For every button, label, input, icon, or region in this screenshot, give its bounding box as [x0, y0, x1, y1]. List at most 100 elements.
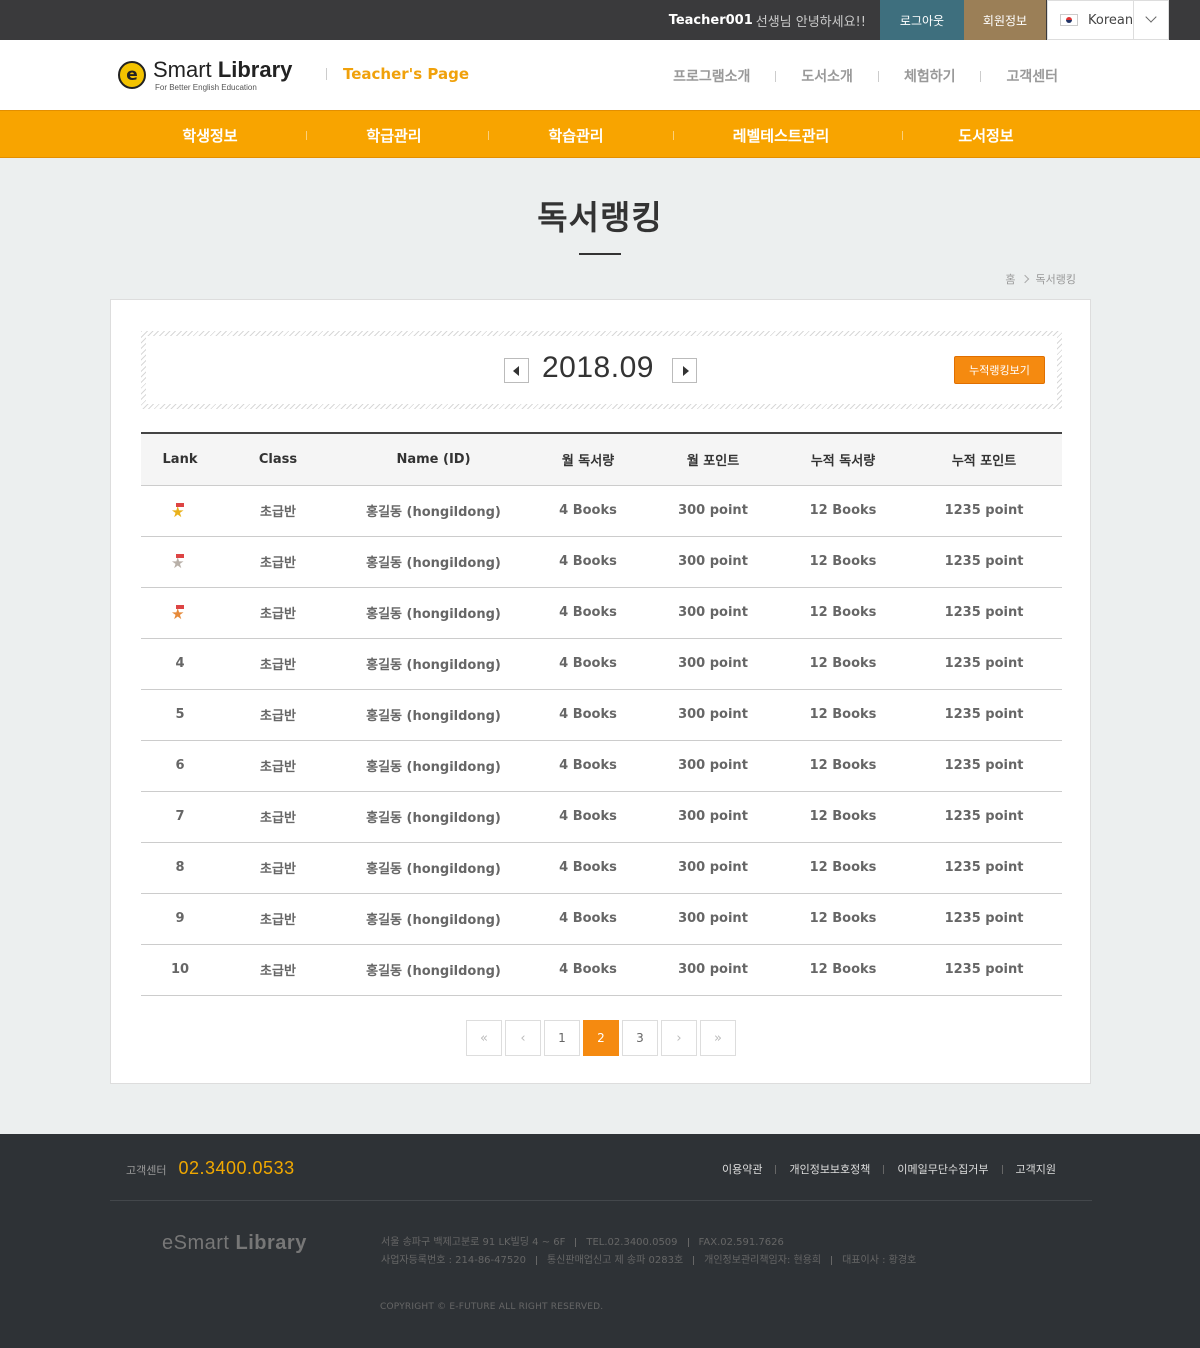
table-row: 초급반홍길동 (hongildong)4 Books300 point12 Bo… — [141, 536, 1062, 588]
row-rank — [141, 587, 219, 639]
row-rank: 10 — [141, 944, 219, 996]
row-name: 홍길동 (hongildong) — [337, 536, 530, 588]
row-month-books: 4 Books — [530, 791, 646, 843]
prev-month-button[interactable] — [504, 358, 529, 383]
copyright: COPYRIGHT © E-FUTURE ALL RIGHT RESERVED. — [380, 1302, 604, 1312]
title-underline — [579, 253, 621, 255]
row-name: 홍길동 (hongildong) — [337, 791, 530, 843]
global-nav: 프로그램소개 도서소개 체험하기 고객센터 — [673, 66, 1058, 86]
row-class: 초급반 — [219, 944, 337, 996]
row-month-points: 300 point — [646, 893, 780, 945]
main-nav-class-manage[interactable]: 학급관리 — [366, 125, 421, 146]
row-month-books: 4 Books — [530, 587, 646, 639]
row-rank: 7 — [141, 791, 219, 843]
logout-button[interactable]: 로그아웃 — [880, 0, 964, 40]
row-month-books: 4 Books — [530, 740, 646, 792]
row-name: 홍길동 (hongildong) — [337, 485, 530, 537]
user-name: Teacher001 — [668, 12, 753, 28]
row-rank: 6 — [141, 740, 219, 792]
footer-link-privacy[interactable]: 개인정보보호정책 — [789, 1161, 870, 1177]
row-class: 초급반 — [219, 893, 337, 945]
page-3-button[interactable]: 3 — [622, 1020, 658, 1056]
row-month-points: 300 point — [646, 485, 780, 537]
gnav-program[interactable]: 프로그램소개 — [673, 66, 750, 86]
company-info: 서울 송파구 백제고분로 91 LK빌딩 4 ~ 6F TEL.02.3400.0… — [381, 1234, 916, 1270]
row-month-books: 4 Books — [530, 944, 646, 996]
main-nav-book-info[interactable]: 도서정보 — [958, 125, 1013, 146]
row-month-points: 300 point — [646, 842, 780, 894]
row-month-points: 300 point — [646, 638, 780, 690]
chevron-right-icon — [1020, 274, 1029, 284]
row-total-books: 12 Books — [780, 485, 906, 537]
row-class: 초급반 — [219, 689, 337, 741]
greeting-text: 선생님 안녕하세요!! — [755, 14, 866, 30]
row-class: 초급반 — [219, 536, 337, 588]
breadcrumb-home[interactable]: 홈 — [1005, 271, 1015, 287]
gnav-books[interactable]: 도서소개 — [801, 66, 853, 86]
footer-link-terms[interactable]: 이용약관 — [722, 1161, 762, 1177]
page-2-button[interactable]: 2 — [583, 1020, 619, 1056]
row-total-points: 1235 point — [906, 536, 1062, 588]
table-row: 5 초급반 홍길동 (hongildong) 4 Books 300 point 12 B… — [141, 689, 1062, 741]
row-total-books: 12 Books — [780, 944, 906, 996]
member-info-button[interactable]: 회원정보 — [964, 0, 1046, 40]
last-page-button[interactable]: » — [700, 1020, 736, 1056]
row-total-points: 1235 point — [906, 587, 1062, 639]
table-row: 초급반홍길동 (hongildong)4 Books300 point12 Bo… — [141, 485, 1062, 537]
table-header: Lank Class Name (ID) 월 독서량 월 포인트 누적 독서량 … — [141, 433, 1062, 486]
top-bar: Teacher001 선생님 안녕하세요!! 로그아웃 회원정보 Korean — [0, 0, 1200, 40]
table-row: 9 초급반 홍길동 (hongildong) 4 Books 300 point 12 B… — [141, 893, 1062, 945]
row-rank: 8 — [141, 842, 219, 894]
teacher-page-label[interactable]: Teacher's Page — [326, 67, 469, 82]
ceo: 대표이사 : 황경호 — [842, 1255, 917, 1266]
main-nav-study-manage[interactable]: 학습관리 — [548, 125, 603, 146]
col-rank: Lank — [141, 433, 219, 486]
row-month-books: 4 Books — [530, 638, 646, 690]
next-page-button[interactable]: › — [661, 1020, 697, 1056]
row-total-points: 1235 point — [906, 893, 1062, 945]
ranking-table: Lank Class Name (ID) 월 독서량 월 포인트 누적 독서량 … — [141, 432, 1062, 996]
gnav-trial[interactable]: 체험하기 — [904, 66, 956, 86]
row-rank — [141, 536, 219, 588]
cumulative-ranking-button[interactable]: 누적랭킹보기 — [954, 356, 1045, 384]
first-page-button[interactable]: « — [466, 1020, 502, 1056]
row-total-books: 12 Books — [780, 587, 906, 639]
current-month: 2018.09 — [542, 351, 654, 384]
row-total-books: 12 Books — [780, 893, 906, 945]
greeting: Teacher001 선생님 안녕하세요!! — [669, 0, 880, 40]
silver-medal-icon — [171, 553, 187, 571]
footer-link-email-refuse[interactable]: 이메일무단수집거부 — [897, 1161, 988, 1177]
row-class: 초급반 — [219, 791, 337, 843]
footer-link-support[interactable]: 고객지원 — [1016, 1161, 1056, 1177]
footer-divider — [110, 1200, 1092, 1201]
col-class: Class — [219, 433, 337, 486]
customer-center: 고객센터 02.3400.0533 — [126, 1158, 295, 1179]
row-name: 홍길동 (hongildong) — [337, 893, 530, 945]
table-row: 4 초급반 홍길동 (hongildong) 4 Books 300 point 12 B… — [141, 638, 1062, 690]
main-nav-student-info[interactable]: 학생정보 — [182, 125, 237, 146]
table-row: 6 초급반 홍길동 (hongildong) 4 Books 300 point 12 B… — [141, 740, 1062, 792]
row-name: 홍길동 (hongildong) — [337, 842, 530, 894]
row-rank: 4 — [141, 638, 219, 690]
language-select[interactable]: Korean — [1047, 0, 1169, 40]
gnav-support[interactable]: 고객센터 — [1006, 66, 1058, 86]
pagination: « ‹ 1 2 3 › » — [466, 1020, 739, 1056]
row-total-points: 1235 point — [906, 689, 1062, 741]
fax: FAX.02.591.7626 — [698, 1237, 784, 1248]
footer-links: 이용약관 개인정보보호정책 이메일무단수집거부 고객지원 — [722, 1161, 1056, 1177]
col-month-points: 월 포인트 — [646, 433, 780, 486]
page-1-button[interactable]: 1 — [544, 1020, 580, 1056]
row-month-points: 300 point — [646, 587, 780, 639]
gold-medal-icon — [171, 502, 187, 520]
row-total-books: 12 Books — [780, 689, 906, 741]
privacy-officer: 개인정보관리책임자: 현용희 — [704, 1255, 822, 1266]
logo[interactable]: e Smart Library For Better English Educa… — [118, 58, 292, 92]
row-rank: 9 — [141, 893, 219, 945]
row-total-points: 1235 point — [906, 740, 1062, 792]
next-month-button[interactable] — [672, 358, 697, 383]
row-month-points: 300 point — [646, 689, 780, 741]
row-month-books: 4 Books — [530, 893, 646, 945]
row-total-points: 1235 point — [906, 791, 1062, 843]
prev-page-button[interactable]: ‹ — [505, 1020, 541, 1056]
main-nav-level-test[interactable]: 레벨테스트관리 — [733, 125, 830, 146]
